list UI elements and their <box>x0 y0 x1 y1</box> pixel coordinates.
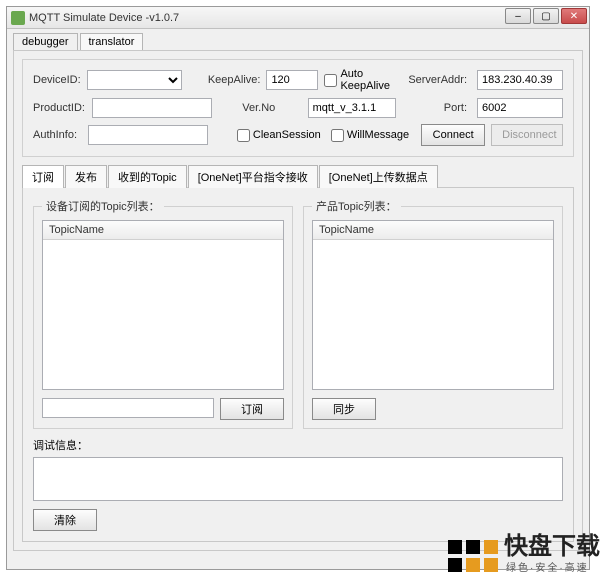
debug-section: 调试信息： 清除 <box>33 437 563 531</box>
cleansession-checkbox[interactable]: CleanSession <box>237 129 325 142</box>
brand-title: 快盘下载 <box>504 535 600 559</box>
subscribe-button[interactable]: 订阅 <box>220 398 284 420</box>
willmessage-checkbox[interactable]: WillMessage <box>331 129 409 142</box>
titlebar: MQTT Simulate Device -v1.0.7 – ▢ ✕ <box>7 7 589 29</box>
keepalive-input[interactable] <box>266 70 318 90</box>
tab-subscribe[interactable]: 订阅 <box>22 165 64 188</box>
port-input[interactable] <box>477 98 563 118</box>
serveraddr-input[interactable] <box>477 70 563 90</box>
clear-button[interactable]: 清除 <box>33 509 97 531</box>
app-window: MQTT Simulate Device -v1.0.7 – ▢ ✕ debug… <box>6 6 590 570</box>
authinfo-label: AuthInfo: <box>33 129 82 141</box>
connection-group: DeviceID: KeepAlive: Auto KeepAlive Serv… <box>22 59 574 157</box>
device-topic-legend: 设备订阅的Topic列表： <box>42 198 164 214</box>
verno-input[interactable] <box>308 98 396 118</box>
sync-button[interactable]: 同步 <box>312 398 376 420</box>
top-tab-strip: debugger translator <box>13 33 589 50</box>
main-tab-strip: 订阅 发布 收到的Topic [OneNet]平台指令接收 [OneNet]上传… <box>22 165 574 188</box>
subscribe-panel: 设备订阅的Topic列表： TopicName 订阅 产品Topic列表： To… <box>22 187 574 542</box>
device-topic-group: 设备订阅的Topic列表： TopicName 订阅 <box>33 198 293 429</box>
productid-label: ProductID: <box>33 102 86 114</box>
tab-translator[interactable]: translator <box>80 33 144 50</box>
tab-publish[interactable]: 发布 <box>65 165 107 188</box>
verno-label: Ver.No <box>242 102 301 114</box>
tab-received-topic[interactable]: 收到的Topic <box>108 165 187 188</box>
product-topic-header: TopicName <box>313 221 553 240</box>
authinfo-input[interactable] <box>88 125 208 145</box>
cleansession-label: CleanSession <box>253 129 321 141</box>
brand-subtitle: 绿色·安全·高速 <box>506 559 600 576</box>
keepalive-label: KeepAlive: <box>208 74 261 86</box>
product-topic-list[interactable]: TopicName <box>312 220 554 390</box>
close-button[interactable]: ✕ <box>561 8 587 24</box>
auto-keepalive-label: Auto KeepAlive <box>340 68 396 92</box>
device-topic-list[interactable]: TopicName <box>42 220 284 390</box>
tab-onenet-upload[interactable]: [OneNet]上传数据点 <box>319 165 438 188</box>
app-icon <box>11 11 25 25</box>
serveraddr-label: ServerAddr: <box>408 74 471 86</box>
disconnect-button[interactable]: Disconnect <box>491 124 563 146</box>
port-label: Port: <box>408 102 471 114</box>
product-topic-group: 产品Topic列表： TopicName 同步 <box>303 198 563 429</box>
tab-onenet-command[interactable]: [OneNet]平台指令接收 <box>188 165 318 188</box>
brand-badge: 快盘下载 绿色·安全·高速 <box>448 535 600 576</box>
debugger-panel: DeviceID: KeepAlive: Auto KeepAlive Serv… <box>13 50 583 551</box>
product-topic-legend: 产品Topic列表： <box>312 198 401 214</box>
maximize-button[interactable]: ▢ <box>533 8 559 24</box>
deviceid-label: DeviceID: <box>33 74 81 86</box>
auto-keepalive-checkbox[interactable]: Auto KeepAlive <box>324 68 396 92</box>
window-title: MQTT Simulate Device -v1.0.7 <box>29 12 179 24</box>
debug-label: 调试信息： <box>33 437 563 453</box>
brand-icon <box>448 540 498 572</box>
productid-input[interactable] <box>92 98 212 118</box>
connect-button[interactable]: Connect <box>421 124 485 146</box>
debug-output[interactable] <box>33 457 563 501</box>
tab-debugger[interactable]: debugger <box>13 33 78 50</box>
subscribe-topic-input[interactable] <box>42 398 214 418</box>
deviceid-select[interactable] <box>87 70 182 90</box>
willmessage-label: WillMessage <box>347 129 409 141</box>
device-topic-header: TopicName <box>43 221 283 240</box>
minimize-button[interactable]: – <box>505 8 531 24</box>
